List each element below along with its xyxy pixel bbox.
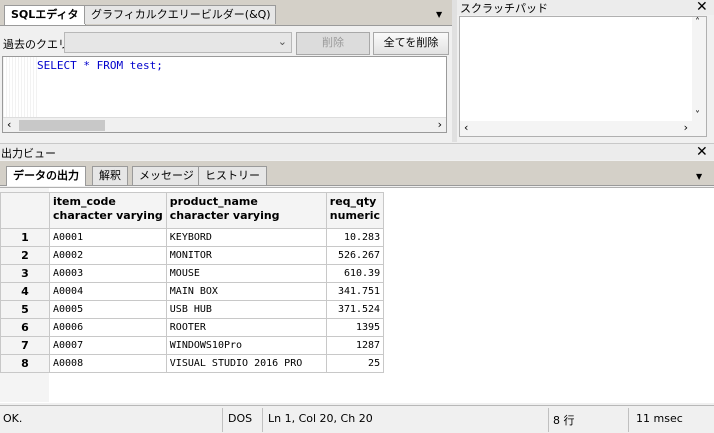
cell-req-qty[interactable]: 10.283 bbox=[325, 228, 385, 247]
table-row[interactable]: 7 A0007 WINDOWS10Pro 1287 bbox=[0, 336, 385, 355]
column-header-req-qty[interactable]: req_qty numeric bbox=[325, 192, 385, 229]
column-header-product-name[interactable]: product_name character varying bbox=[165, 192, 327, 229]
scrollbar-thumb[interactable] bbox=[19, 120, 105, 131]
delete-button[interactable]: 削除 bbox=[296, 32, 370, 55]
column-type: numeric bbox=[329, 209, 381, 222]
table-row[interactable]: 6 A0006 ROOTER 1395 bbox=[0, 318, 385, 337]
cell-req-qty[interactable]: 610.39 bbox=[325, 264, 385, 283]
cell-product-name[interactable]: MOUSE bbox=[165, 264, 327, 283]
cell-req-qty[interactable]: 341.751 bbox=[325, 282, 385, 301]
row-number[interactable]: 6 bbox=[0, 318, 50, 337]
query-text[interactable]: SELECT * FROM test; bbox=[37, 59, 163, 72]
table-row[interactable]: 4 A0004 MAIN BOX 341.751 bbox=[0, 282, 385, 301]
cell-product-name[interactable]: USB HUB bbox=[165, 300, 327, 319]
cell-item-code[interactable]: A0004 bbox=[49, 282, 167, 301]
column-name: item_code bbox=[53, 195, 116, 208]
column-header-item-code[interactable]: item_code character varying bbox=[49, 192, 167, 229]
scratchpad-area[interactable]: ˄ ˅ ‹ › bbox=[459, 16, 707, 137]
row-number[interactable]: 7 bbox=[0, 336, 50, 355]
cell-req-qty[interactable]: 526.267 bbox=[325, 246, 385, 265]
arrow-right-icon[interactable]: › bbox=[438, 118, 442, 131]
column-name: req_qty bbox=[329, 195, 377, 208]
chevron-down-icon: ⌄ bbox=[277, 35, 287, 48]
table-row[interactable]: 1 A0001 KEYBORD 10.283 bbox=[0, 228, 385, 247]
arrow-right-icon[interactable]: › bbox=[684, 121, 688, 134]
column-type: character varying bbox=[169, 209, 280, 222]
table-row[interactable]: 2 A0002 MONITOR 526.267 bbox=[0, 246, 385, 265]
table-row[interactable]: 8 A0008 VISUAL STUDIO 2016 PRO 25 bbox=[0, 354, 385, 373]
tab-messages[interactable]: メッセージ bbox=[132, 166, 201, 185]
status-row-count: 8 行 bbox=[553, 414, 575, 427]
status-bar: OK. DOS Ln 1, Col 20, Ch 20 8 行 11 msec bbox=[0, 405, 714, 433]
cell-item-code[interactable]: A0008 bbox=[49, 354, 167, 373]
tab-sql-editor[interactable]: SQLエディタ bbox=[4, 5, 86, 25]
cell-product-name[interactable]: ROOTER bbox=[165, 318, 327, 337]
table-row[interactable]: 3 A0003 MOUSE 610.39 bbox=[0, 264, 385, 283]
row-number[interactable]: 5 bbox=[0, 300, 50, 319]
cell-item-code[interactable]: A0006 bbox=[49, 318, 167, 337]
past-query-select[interactable]: ⌄ bbox=[64, 32, 292, 53]
row-number[interactable]: 4 bbox=[0, 282, 50, 301]
status-divider bbox=[262, 408, 263, 432]
arrow-left-icon[interactable]: ‹ bbox=[464, 121, 468, 134]
tab-data-output[interactable]: データの出力 bbox=[6, 166, 86, 186]
cell-req-qty[interactable]: 1287 bbox=[325, 336, 385, 355]
close-icon[interactable]: ✕ bbox=[696, 145, 708, 159]
cell-item-code[interactable]: A0005 bbox=[49, 300, 167, 319]
past-query-label: 過去のクエリ bbox=[3, 38, 69, 51]
horizontal-scrollbar[interactable]: ‹ › bbox=[3, 117, 446, 132]
line-gutter bbox=[3, 57, 37, 117]
output-header: 出力ビュー ✕ bbox=[0, 143, 714, 160]
arrow-up-icon[interactable]: ˄ bbox=[695, 17, 700, 28]
status-divider bbox=[628, 408, 629, 432]
status-message: OK. bbox=[3, 412, 23, 425]
row-number-header[interactable] bbox=[0, 192, 50, 229]
cell-item-code[interactable]: A0003 bbox=[49, 264, 167, 283]
tab-explain[interactable]: 解釈 bbox=[92, 166, 128, 185]
status-divider bbox=[222, 408, 223, 432]
cell-req-qty[interactable]: 371.524 bbox=[325, 300, 385, 319]
tab-history[interactable]: ヒストリー bbox=[198, 166, 267, 185]
results-area: item_code character varying product_name… bbox=[0, 187, 714, 403]
results-grid: item_code character varying product_name… bbox=[0, 192, 385, 373]
cell-item-code[interactable]: A0007 bbox=[49, 336, 167, 355]
table-row[interactable]: 5 A0005 USB HUB 371.524 bbox=[0, 300, 385, 319]
column-name: product_name bbox=[169, 195, 258, 208]
scratchpad-vertical-scrollbar[interactable]: ˄ ˅ bbox=[692, 17, 706, 121]
output-title: 出力ビュー bbox=[1, 147, 56, 160]
scratchpad-title: スクラッチパッド bbox=[460, 2, 548, 15]
cell-product-name[interactable]: KEYBORD bbox=[165, 228, 327, 247]
row-number[interactable]: 1 bbox=[0, 228, 50, 247]
status-time: 11 msec bbox=[636, 412, 683, 425]
output-tab-menu-chevron-down-icon[interactable]: ▼ bbox=[696, 172, 702, 181]
status-cursor-position: Ln 1, Col 20, Ch 20 bbox=[268, 412, 373, 425]
grid-header-row: item_code character varying product_name… bbox=[0, 192, 385, 229]
column-type: character varying bbox=[53, 209, 163, 222]
cell-product-name[interactable]: MONITOR bbox=[165, 246, 327, 265]
status-divider bbox=[548, 408, 549, 432]
cell-req-qty[interactable]: 1395 bbox=[325, 318, 385, 337]
close-icon[interactable]: ✕ bbox=[696, 0, 708, 14]
cell-product-name[interactable]: WINDOWS10Pro bbox=[165, 336, 327, 355]
cell-product-name[interactable]: VISUAL STUDIO 2016 PRO bbox=[165, 354, 327, 373]
delete-all-button[interactable]: 全てを削除 bbox=[373, 32, 449, 55]
row-number[interactable]: 3 bbox=[0, 264, 50, 283]
status-line-ending: DOS bbox=[228, 412, 253, 425]
vertical-splitter[interactable] bbox=[452, 0, 457, 142]
arrow-down-icon[interactable]: ˅ bbox=[695, 110, 700, 121]
row-number[interactable]: 2 bbox=[0, 246, 50, 265]
sql-text-area[interactable]: SELECT * FROM test; ‹ › bbox=[2, 56, 447, 133]
cell-item-code[interactable]: A0001 bbox=[49, 228, 167, 247]
scratchpad-header: スクラッチパッド ✕ bbox=[457, 0, 714, 15]
cell-item-code[interactable]: A0002 bbox=[49, 246, 167, 265]
tab-graphical-query-builder[interactable]: グラフィカルクエリービルダー(&Q) bbox=[84, 5, 276, 24]
cell-product-name[interactable]: MAIN BOX bbox=[165, 282, 327, 301]
arrow-left-icon[interactable]: ‹ bbox=[7, 118, 11, 131]
cell-req-qty[interactable]: 25 bbox=[325, 354, 385, 373]
scratchpad-horizontal-scrollbar[interactable]: ‹ › bbox=[460, 121, 706, 136]
tab-menu-chevron-down-icon[interactable]: ▼ bbox=[436, 10, 442, 19]
row-number[interactable]: 8 bbox=[0, 354, 50, 373]
